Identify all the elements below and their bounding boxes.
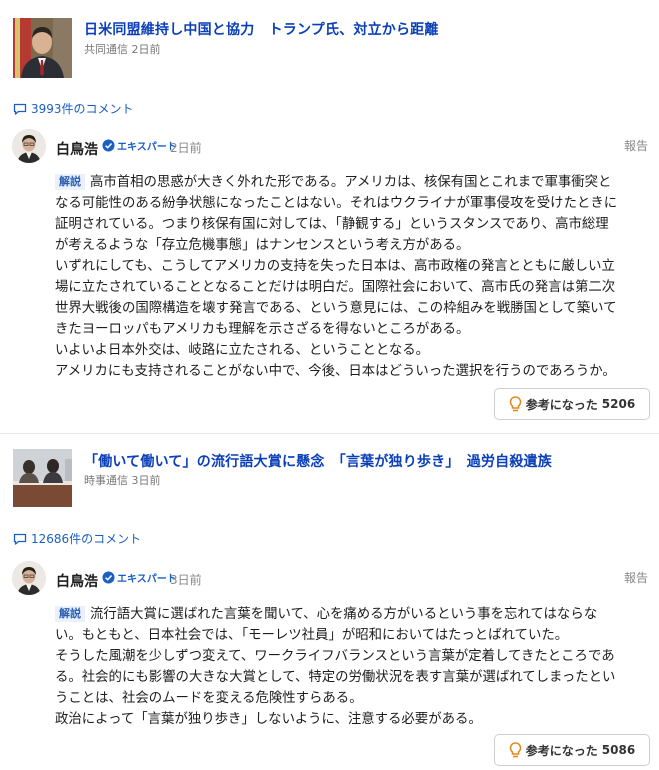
helpful-count: 5206	[601, 397, 636, 411]
comment-line: きたヨーロッパもアメリカも理解を示さざるを得ないところがある。	[55, 319, 651, 340]
comment-count: 12686件のコメント	[31, 532, 142, 546]
comment-body: 解説 高市首相の思惑が大きく外れた形である。アメリカは、核保有国とこれまで軍事衝突…	[55, 172, 651, 382]
comment-line: うことは、社会のムードを変える危険性すらある。	[55, 688, 651, 709]
article-thumbnail[interactable]	[13, 18, 72, 78]
comment-text: そうした風潮を少しずつ変えて、ワークライフバランスという言葉が定着してきたところ…	[55, 649, 615, 664]
comment-line: いずれにしても、こうしてアメリカの支持を失った日本は、高市政権の発言とともに厳し…	[55, 256, 651, 277]
comment-line: 場に立たされていることとなることだけは明白だ。国際社会において、高市氏の発言は第…	[55, 277, 651, 298]
helpful-count: 5086	[601, 743, 636, 757]
comment-text: い。もともと、日本社会では、「モーレツ社員」が昭和においてはたっとばれていた。	[55, 628, 569, 643]
lightbulb-icon	[509, 395, 522, 411]
comment-line: 世界大戦後の国際構造を壊す発言である、という意見には、この枠組みを戦勝国として築…	[55, 298, 651, 319]
comment-time: 3日前	[170, 573, 202, 587]
article-thumbnail[interactable]	[13, 449, 72, 507]
comment-line: る。社会的にも影響の大きな大賞として、特定の労働状況を表す言葉が選ばれてしまった…	[55, 667, 651, 688]
comment-text: アメリカにも支持されることがない中で、今後、日本はどういった選択を行うのであろう…	[55, 364, 616, 379]
comment-line: そうした風潮を少しずつ変えて、ワークライフバランスという言葉が定着してきたところ…	[55, 646, 651, 667]
comment-text: が考えるような「存立危機事態」はナンセンスという考え方がある。	[55, 238, 470, 253]
comment-line: なる可能性のある紛争状態になったことはない。それはウクライナが軍事侵攻を受けたと…	[55, 193, 651, 214]
comment-text: 場に立たされていることとなることだけは明白だ。国際社会において、高市氏の発言は第…	[55, 280, 616, 295]
badge-label: エキスパート	[117, 142, 177, 153]
article-meta: 時事通信 3日前	[84, 472, 161, 488]
expert-badge: エキスパート	[102, 138, 177, 153]
comment-text: いずれにしても、こうしてアメリカの支持を失った日本は、高市政権の発言とともに厳し…	[55, 259, 615, 274]
user-name[interactable]: 白鳥浩	[56, 139, 98, 159]
comment-count: 3993件のコメント	[31, 102, 134, 116]
comment-text: いよいよ日本外交は、岐路に立たされる、ということとなる。	[55, 343, 429, 358]
report-link[interactable]: 報告	[624, 569, 648, 586]
verified-check-icon	[102, 571, 115, 584]
comment-line: 政治によって「言葉が独り歩き」しないように、注意する必要がある。	[55, 709, 651, 730]
comment-time: 2日前	[170, 141, 202, 155]
article-card: 日米同盟維持し中国と協力 トランプ氏、対立から距離 共同通信 2日前 3993件…	[0, 0, 659, 420]
comment-text: 世界大戦後の国際構造を壊す発言である、という意見には、この枠組みを戦勝国として築…	[55, 301, 617, 316]
comments-link[interactable]: 12686件のコメント	[13, 530, 141, 547]
helpful-button[interactable]: 参考になった 5086	[494, 734, 650, 766]
comment-body: 解説 流行語大賞に選ばれた言葉を聞いて、心を痛める方がいるという事を忘れてはならな…	[55, 604, 651, 730]
report-link[interactable]: 報告	[624, 137, 648, 154]
article-title-link[interactable]: 「働いて働いて」の流行語大賞に懸念 「言葉が独り歩き」 過労自殺遺族	[84, 451, 552, 471]
speech-bubble-icon	[13, 103, 27, 115]
comment-line: いよいよ日本外交は、岐路に立たされる、ということとなる。	[55, 340, 651, 361]
article-time: 2日前	[131, 43, 161, 56]
comment-line: アメリカにも支持されることがない中で、今後、日本はどういった選択を行うのであろう…	[55, 361, 651, 382]
comment-text: 証明されている。つまり核保有国に対しては、「静観する」というスタンスであり、高市…	[55, 217, 609, 232]
article-time: 3日前	[131, 474, 161, 487]
article-card: 「働いて働いて」の流行語大賞に懸念 「言葉が独り歩き」 過労自殺遺族 時事通信 …	[0, 438, 659, 766]
article-header: 日米同盟維持し中国と協力 トランプ氏、対立から距離 共同通信 2日前	[0, 0, 659, 88]
comment-line: 解説 高市首相の思惑が大きく外れた形である。アメリカは、核保有国とこれまで軍事衝突…	[55, 172, 651, 193]
verified-check-icon	[102, 139, 115, 152]
user-name[interactable]: 白鳥浩	[56, 571, 98, 591]
comments-link[interactable]: 3993件のコメント	[13, 100, 134, 117]
comment-text: うことは、社会のムードを変える危険性すらある。	[55, 691, 363, 706]
article-meta: 共同通信 2日前	[84, 41, 161, 57]
comment-text: る。社会的にも影響の大きな大賞として、特定の労働状況を表す言葉が選ばれてしまった…	[55, 670, 616, 685]
article-header: 「働いて働いて」の流行語大賞に懸念 「言葉が独り歩き」 過労自殺遺族 時事通信 …	[0, 438, 659, 526]
article-source: 共同通信	[84, 43, 128, 56]
comment-line: が考えるような「存立危機事態」はナンセンスという考え方がある。	[55, 235, 651, 256]
comment-text: 高市首相の思惑が大きく外れた形である。アメリカは、核保有国とこれまで軍事衝突と	[90, 175, 612, 190]
avatar[interactable]	[12, 561, 46, 595]
comment-line: い。もともと、日本社会では、「モーレツ社員」が昭和においてはたっとばれていた。	[55, 625, 651, 646]
avatar[interactable]	[12, 129, 46, 163]
kaisetsu-tag: 解説	[55, 174, 85, 190]
comment-text: 流行語大賞に選ばれた言葉を聞いて、心を痛める方がいるという事を忘れてはならな	[90, 607, 598, 622]
expert-badge: エキスパート	[102, 570, 177, 585]
comment-text: なる可能性のある紛争状態になったことはない。それはウクライナが軍事侵攻を受けたと…	[55, 196, 618, 211]
helpful-label: 参考になった	[525, 397, 598, 412]
comment-line: 解説 流行語大賞に選ばれた言葉を聞いて、心を痛める方がいるという事を忘れてはならな	[55, 604, 651, 625]
helpful-button[interactable]: 参考になった 5206	[494, 388, 650, 420]
lightbulb-icon	[509, 741, 522, 757]
divider	[0, 433, 659, 434]
comment-text: きたヨーロッパもアメリカも理解を示さざるを得ないところがある。	[55, 322, 470, 337]
helpful-label: 参考になった	[525, 743, 598, 758]
article-source: 時事通信	[84, 474, 128, 487]
speech-bubble-icon	[13, 533, 27, 545]
article-title-link[interactable]: 日米同盟維持し中国と協力 トランプ氏、対立から距離	[84, 19, 439, 39]
comment-line: 証明されている。つまり核保有国に対しては、「静観する」というスタンスであり、高市…	[55, 214, 651, 235]
kaisetsu-tag: 解説	[55, 606, 85, 622]
badge-label: エキスパート	[117, 574, 177, 585]
comment-text: 政治によって「言葉が独り歩き」しないように、注意する必要がある。	[55, 712, 482, 727]
